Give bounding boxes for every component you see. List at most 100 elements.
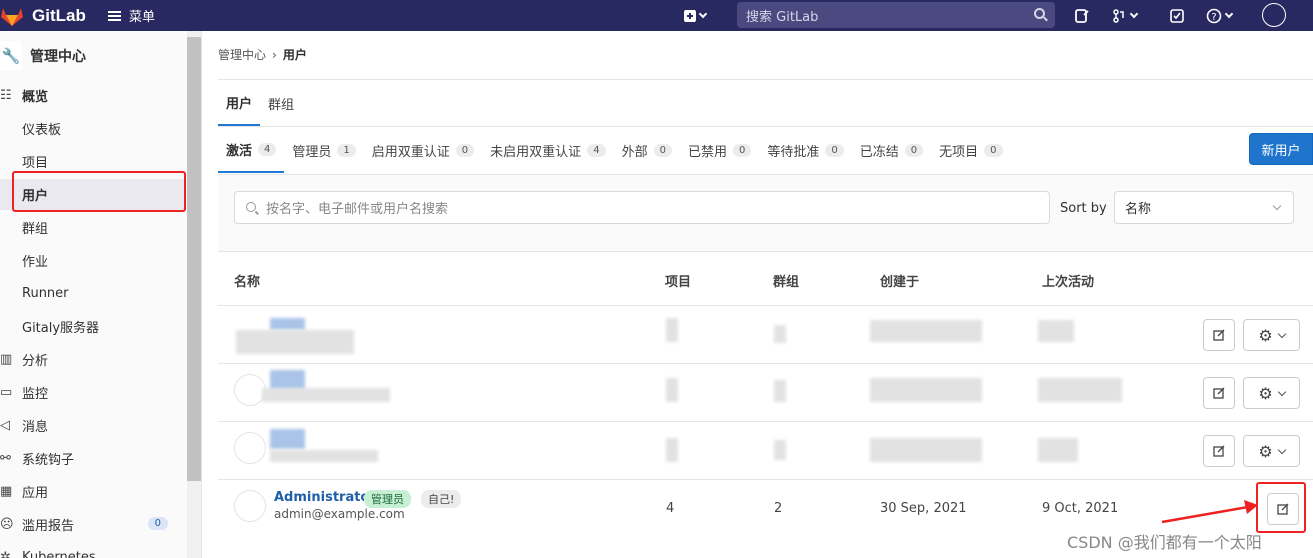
sidebar-item-kubernetes[interactable]: ✲ Kubernetes [0,542,185,558]
new-user-button[interactable]: 新用户 [1249,133,1313,165]
sidebar-scrollbar[interactable] [187,37,201,481]
self-badge: 自己! [421,490,462,508]
search-placeholder: 搜索 GitLab [746,9,819,25]
svg-text:?: ? [1211,12,1216,23]
menu-button[interactable]: 菜单 [108,0,155,31]
issues-nav[interactable] [1075,0,1089,31]
sidebar-item-groups[interactable]: 群组 [0,212,185,243]
count-badge: 4 [258,142,277,156]
count-badge: 0 [904,143,924,157]
user-settings-dropdown[interactable]: ⚙ [1243,435,1300,467]
breadcrumb: 管理中心 › 用户 [218,46,307,63]
sidebar-item-jobs[interactable]: 作业 [0,245,185,276]
sidebar-item-dashboard[interactable]: 仪表板 [0,113,185,144]
sidebar-item-applications[interactable]: ▦ 应用 [0,476,185,507]
plus-square-icon [684,9,696,22]
edit-icon [1213,387,1225,399]
divider [218,79,1313,80]
hook-icon: ⚯ [0,451,11,466]
filter-tab-2fa-disabled[interactable]: 未启用双重认证 4 [482,127,613,173]
redacted-cell [666,438,678,462]
redacted-cell [870,438,982,462]
filter-tab-admins[interactable]: 管理员 1 [284,127,363,173]
monitor-icon: ▭ [0,385,13,400]
edit-user-button[interactable] [1203,377,1235,409]
user-email: admin@example.com [274,507,405,521]
redacted-cell [666,318,678,342]
sidebar-item-overview[interactable]: ☷ 概览 [0,80,185,111]
user-settings-dropdown[interactable]: ⚙ [1243,319,1300,351]
top-tabs: 用户 群组 [218,80,302,126]
filter-tab-active[interactable]: 激活 4 [218,127,285,173]
filter-tab-external[interactable]: 外部 0 [614,127,680,173]
breadcrumb-current: 用户 [282,48,307,62]
sort-dropdown[interactable]: 名称 [1114,191,1294,224]
user-filter-tabs: 激活 4 管理员 1 启用双重认证 0 未启用双重认证 4 外部 0 已禁用 0 等待批准 0… [218,127,1011,173]
watermark: CSDN @我们都有一个太阳 [1067,533,1262,552]
sidebar-item-monitoring[interactable]: ▭ 监控 [0,377,185,408]
new-dropdown[interactable] [684,0,708,31]
user-settings-dropdown[interactable]: ⚙ [1243,377,1300,409]
sidebar-item-system-hooks[interactable]: ⚯ 系统钩子 [0,443,185,474]
sidebar-item-abuse-reports[interactable]: ☹ 滥用报告 0 [0,509,185,540]
filter-tab-blocked[interactable]: 已禁用 0 [680,127,759,173]
top-navbar: GitLab 菜单 搜索 GitLab ? [0,0,1313,31]
megaphone-icon: ◁ [0,418,10,433]
brand-name: GitLab [32,5,86,25]
help-nav[interactable]: ? [1206,0,1234,31]
apps-icon: ▦ [0,484,13,499]
filter-tab-frozen[interactable]: 已冻结 0 [852,127,931,173]
annotation-arrow-icon [1161,500,1258,524]
redacted-cell [774,380,786,402]
redacted-name [270,429,305,449]
redacted-name [270,370,305,390]
redacted-email [270,450,378,462]
redacted-name [270,318,305,330]
user-avatar[interactable] [1262,3,1286,27]
chevron-down-icon [1272,201,1282,211]
column-header-created: 创建于 [880,275,920,290]
merge-request-icon [1113,8,1124,23]
created-date: 30 Sep, 2021 [880,501,967,516]
chevron-down-icon [1129,9,1139,19]
redacted-email [262,388,390,402]
sidebar-item-analytics[interactable]: ▥ 分析 [0,344,185,375]
merge-requests-nav[interactable] [1113,0,1139,31]
sidebar-item-gitaly[interactable]: Gitaly服务器 [0,311,185,342]
filter-bar: 按名字、电子邮件或用户名搜索 Sort by 名称 [218,174,1313,252]
chevron-down-icon [1277,387,1286,396]
gear-icon: ⚙ [1258,383,1273,403]
edit-user-button[interactable] [1203,435,1235,467]
global-search-input[interactable]: 搜索 GitLab [737,2,1055,28]
edit-user-button[interactable] [1203,319,1235,351]
search-icon [1034,8,1045,19]
count-badge: 0 [732,143,752,157]
help-icon: ? [1206,8,1222,23]
redacted-cell [774,325,786,343]
admin-wrench-icon: 🔧 [0,41,22,71]
tab-users[interactable]: 用户 [218,80,261,126]
chart-icon: ▥ [0,352,13,367]
sidebar-header[interactable]: 🔧 管理中心 [0,41,86,71]
sidebar-header-label: 管理中心 [30,49,86,65]
overview-icon: ☷ [0,88,12,103]
filter-tab-no-projects[interactable]: 无项目 0 [931,127,1010,173]
user-search-input[interactable]: 按名字、电子邮件或用户名搜索 [234,191,1050,224]
edit-icon [1213,445,1225,457]
filter-tab-2fa-enabled[interactable]: 启用双重认证 0 [364,127,482,173]
sidebar-item-messages[interactable]: ◁ 消息 [0,410,185,441]
abuse-count-badge: 0 [147,517,168,530]
redacted-cell [1038,438,1078,462]
tab-groups[interactable]: 群组 [260,80,302,126]
hamburger-icon [108,10,121,21]
sidebar-item-runners[interactable]: Runner [0,278,185,309]
filter-tab-pending[interactable]: 等待批准 0 [759,127,851,173]
breadcrumb-parent[interactable]: 管理中心 [218,46,266,63]
gitlab-logo[interactable]: GitLab [0,0,86,31]
user-name-link[interactable]: Administrator [274,490,376,505]
row-divider [218,305,1313,306]
groups-count: 2 [774,501,783,516]
todos-nav[interactable] [1170,0,1184,31]
chevron-down-icon [1277,445,1286,454]
last-activity-date: 9 Oct, 2021 [1042,501,1119,516]
